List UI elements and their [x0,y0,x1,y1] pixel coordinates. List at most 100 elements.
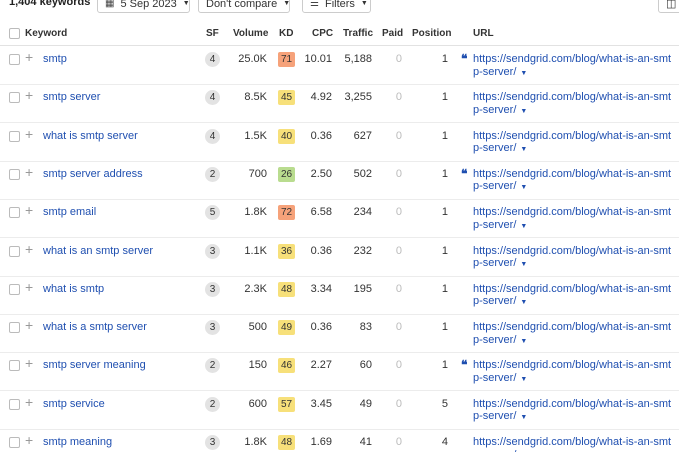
row-checkbox[interactable] [9,322,20,334]
traffic-value: 195 [353,282,372,295]
row-checkbox[interactable] [9,130,20,142]
row-checkbox[interactable] [9,92,20,104]
filters-button[interactable]: ☰ Filters ▼ [302,0,371,13]
col-position[interactable]: Position [412,28,451,39]
keyword-link[interactable]: what is smtp [43,283,104,295]
chevron-down-icon[interactable]: ▼ [520,299,527,306]
url-text[interactable]: https://sendgrid.com/blog/what-is-an-smt… [473,321,671,346]
plus-icon[interactable]: + [25,356,33,370]
sf-badge[interactable]: 2 [205,358,220,374]
url-text[interactable]: https://sendgrid.com/blog/what-is-an-smt… [473,168,671,193]
plus-icon[interactable]: + [25,50,33,64]
col-keyword[interactable]: Keyword [25,28,67,39]
plus-icon[interactable]: + [25,127,33,141]
url-link[interactable]: https://sendgrid.com/blog/what-is-an-smt… [473,283,675,310]
keyword-link[interactable]: what is smtp server [43,130,138,142]
plus-icon[interactable]: + [25,395,33,409]
row-checkbox[interactable] [9,168,20,180]
col-url[interactable]: URL [473,28,494,39]
row-checkbox[interactable] [9,283,20,295]
cpc-value: 1.69 [310,436,332,448]
select-all-checkbox[interactable] [9,28,20,39]
col-kd[interactable]: KD [279,28,293,39]
url-text[interactable]: https://sendgrid.com/blog/what-is-an-smt… [473,53,671,78]
kd-badge: 40 [278,128,295,144]
keyword-link[interactable]: smtp [43,53,67,65]
chevron-down-icon[interactable]: ▼ [520,184,527,191]
row-checkbox[interactable] [9,437,20,448]
sf-badge[interactable]: 3 [205,320,220,336]
col-cpc[interactable]: CPC [312,28,333,39]
keyword-link[interactable]: smtp server address [43,168,143,180]
url-text[interactable]: https://sendgrid.com/blog/what-is-an-smt… [473,91,671,116]
url-link[interactable]: https://sendgrid.com/blog/what-is-an-smt… [473,130,675,157]
url-link[interactable]: https://sendgrid.com/blog/what-is-an-smt… [473,359,675,386]
keyword-link[interactable]: smtp server meaning [43,359,146,371]
row-checkbox[interactable] [9,54,20,65]
url-link[interactable]: https://sendgrid.com/blog/what-is-an-smt… [473,245,675,272]
chevron-down-icon[interactable]: ▼ [520,338,527,345]
row-checkbox[interactable] [9,360,20,372]
url-text[interactable]: https://sendgrid.com/blog/what-is-an-smt… [473,130,671,155]
plus-icon[interactable]: + [25,242,33,256]
chevron-down-icon[interactable]: ▼ [520,376,527,383]
sf-badge[interactable]: 4 [205,52,220,67]
sf-badge[interactable]: 4 [205,90,220,106]
plus-icon[interactable]: + [25,433,33,447]
url-link[interactable]: https://sendgrid.com/blog/what-is-an-smt… [473,91,675,118]
keyword-link[interactable]: what is an smtp server [43,245,153,257]
keyword-link[interactable]: what is a smtp server [43,321,147,333]
plus-icon[interactable]: + [25,280,33,294]
url-text[interactable]: https://sendgrid.com/blog/what-is-an-smt… [473,283,671,308]
compare-dropdown[interactable]: Don't compare ▼ [198,0,290,13]
url-link[interactable]: https://sendgrid.com/blog/what-is-an-smt… [473,206,675,233]
keyword-link[interactable]: smtp server [43,91,100,103]
keyword-link[interactable]: smtp meaning [43,436,112,448]
col-sf[interactable]: SF [206,28,219,39]
plus-icon[interactable]: + [25,165,33,179]
url-text[interactable]: https://sendgrid.com/blog/what-is-an-smt… [473,359,671,384]
chevron-down-icon[interactable]: ▼ [520,146,527,153]
keyword-link[interactable]: smtp service [43,398,105,410]
chevron-down-icon[interactable]: ▼ [520,414,527,421]
url-link[interactable]: https://sendgrid.com/blog/what-is-an-smt… [473,398,675,425]
url-text[interactable]: https://sendgrid.com/blog/what-is-an-smt… [473,436,671,452]
paid-value: 0 [395,359,402,372]
traffic-value: 41 [359,436,372,448]
date-picker-button[interactable]: ▦ 5 Sep 2023 ▼ [97,0,190,13]
row-checkbox[interactable] [9,207,20,219]
plus-icon[interactable]: + [25,318,33,332]
url-text[interactable]: https://sendgrid.com/blog/what-is-an-smt… [473,245,671,270]
sf-badge[interactable]: 3 [205,435,220,450]
url-link[interactable]: https://sendgrid.com/blog/what-is-an-smt… [473,436,675,452]
sf-badge[interactable]: 5 [205,205,220,221]
keyword-link[interactable]: smtp email [43,206,96,218]
sf-badge[interactable]: 3 [205,281,220,297]
quote-icon[interactable]: ❝ [461,358,467,372]
quote-icon[interactable]: ❝ [461,52,467,66]
chevron-down-icon[interactable]: ▼ [520,108,527,115]
columns-button[interactable]: ◫ [658,0,679,13]
chevron-down-icon[interactable]: ▼ [520,261,527,268]
quote-icon[interactable]: ❝ [461,167,467,181]
url-text[interactable]: https://sendgrid.com/blog/what-is-an-smt… [473,206,671,231]
kd-badge: 26 [278,166,295,182]
plus-icon[interactable]: + [25,203,33,217]
sf-badge[interactable]: 4 [205,128,220,144]
col-paid[interactable]: Paid [382,28,403,39]
chevron-down-icon[interactable]: ▼ [520,70,527,77]
sf-badge[interactable]: 2 [205,166,220,182]
sf-badge[interactable]: 2 [205,396,220,412]
col-traffic[interactable]: Traffic [343,28,373,39]
row-checkbox[interactable] [9,245,20,257]
url-link[interactable]: https://sendgrid.com/blog/what-is-an-smt… [473,53,675,80]
plus-icon[interactable]: + [25,88,33,102]
col-volume[interactable]: Volume [233,28,268,39]
row-checkbox[interactable] [9,398,20,410]
url-link[interactable]: https://sendgrid.com/blog/what-is-an-smt… [473,168,675,195]
position-value: 5 [441,397,448,410]
chevron-down-icon[interactable]: ▼ [520,223,527,230]
url-link[interactable]: https://sendgrid.com/blog/what-is-an-smt… [473,321,675,348]
sf-badge[interactable]: 3 [205,243,220,259]
url-text[interactable]: https://sendgrid.com/blog/what-is-an-smt… [473,398,671,423]
